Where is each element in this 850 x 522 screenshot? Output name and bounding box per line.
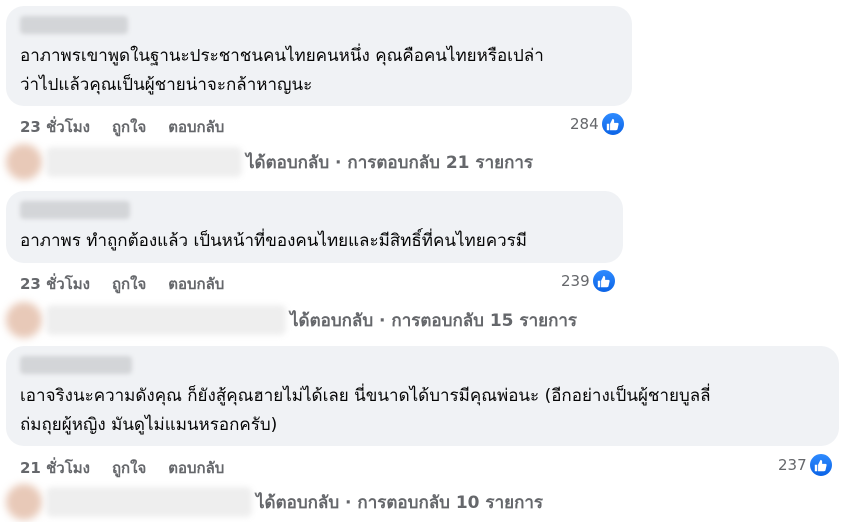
view-replies-link[interactable]: ได้ตอบกลับ · การตอบกลับ 10 รายการ xyxy=(256,489,543,516)
reaction-count: 239 xyxy=(561,272,590,290)
comment-actions: 23 ชั่วโมง ถูกใจ ตอบกลับ xyxy=(20,272,224,296)
comment-text: อาภาพรเขาพูดในฐานะประชาชนคนไทยคนหนึ่ง คุ… xyxy=(20,46,544,95)
reply-name-redacted xyxy=(46,487,252,517)
reaction-summary[interactable]: 239 xyxy=(561,269,616,293)
reply-name-redacted xyxy=(46,305,286,335)
author-name-redacted[interactable] xyxy=(20,16,128,34)
reaction-count: 237 xyxy=(778,456,807,474)
view-replies-row[interactable]: ได้ตอบกลับ · การตอบกลับ 21 รายการ xyxy=(6,142,533,182)
like-button[interactable]: ถูกใจ xyxy=(112,115,146,139)
comment-text: เอาจริงนะความดังคุณ ก็ยังสู้คุณฮายไม่ได้… xyxy=(20,386,711,435)
view-replies-link[interactable]: ได้ตอบกลับ · การตอบกลับ 15 รายการ xyxy=(290,307,577,334)
reply-avatar-redacted xyxy=(6,144,42,180)
comment-bubble: เอาจริงนะความดังคุณ ก็ยังสู้คุณฮายไม่ได้… xyxy=(6,346,839,446)
author-name-redacted[interactable] xyxy=(20,356,132,374)
reply-name-redacted xyxy=(46,147,242,177)
like-thumb-icon xyxy=(808,453,833,477)
comment-bubble: อาภาพร ทำถูกต้องแล้ว เป็นหน้าที่ของคนไทย… xyxy=(6,191,623,263)
like-button[interactable]: ถูกใจ xyxy=(112,456,146,480)
like-thumb-icon xyxy=(591,269,616,293)
like-thumb-icon xyxy=(600,112,625,136)
reply-avatar-redacted xyxy=(6,302,42,338)
reaction-summary[interactable]: 284 xyxy=(570,112,625,136)
author-name-redacted[interactable] xyxy=(20,201,130,219)
view-replies-row[interactable]: ได้ตอบกลับ · การตอบกลับ 10 รายการ xyxy=(6,482,543,522)
comment-text: อาภาพร ทำถูกต้องแล้ว เป็นหน้าที่ของคนไทย… xyxy=(20,231,527,251)
reply-avatar-redacted xyxy=(6,484,42,520)
like-button[interactable]: ถูกใจ xyxy=(112,272,146,296)
comment-actions: 21 ชั่วโมง ถูกใจ ตอบกลับ xyxy=(20,456,224,480)
reply-button[interactable]: ตอบกลับ xyxy=(168,456,224,480)
view-replies-link[interactable]: ได้ตอบกลับ · การตอบกลับ 21 รายการ xyxy=(246,149,533,176)
reaction-summary[interactable]: 237 xyxy=(778,453,833,477)
comment-time[interactable]: 21 ชั่วโมง xyxy=(20,456,90,480)
view-replies-row[interactable]: ได้ตอบกลับ · การตอบกลับ 15 รายการ xyxy=(6,300,577,340)
comment-bubble: อาภาพรเขาพูดในฐานะประชาชนคนไทยคนหนึ่ง คุ… xyxy=(6,6,632,106)
comment-time[interactable]: 23 ชั่วโมง xyxy=(20,272,90,296)
reply-button[interactable]: ตอบกลับ xyxy=(168,115,224,139)
comment-time[interactable]: 23 ชั่วโมง xyxy=(20,115,90,139)
reply-button[interactable]: ตอบกลับ xyxy=(168,272,224,296)
comment-actions: 23 ชั่วโมง ถูกใจ ตอบกลับ xyxy=(20,115,224,139)
reaction-count: 284 xyxy=(570,115,599,133)
